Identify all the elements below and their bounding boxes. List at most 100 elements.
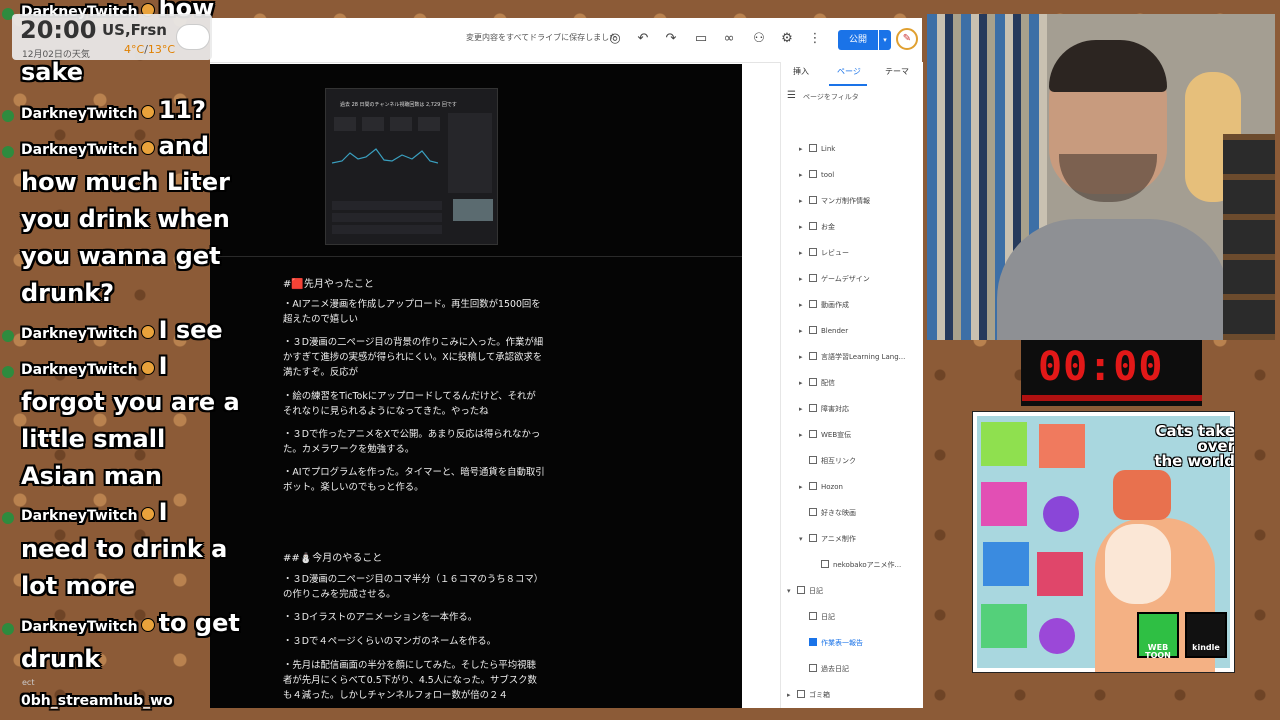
page-label: 動画作成 [821, 301, 849, 309]
page-label: ゴミ箱 [809, 691, 830, 699]
chat-message: DarkneyTwitch 11? [21, 96, 206, 124]
page-icon [809, 248, 817, 256]
manga-ad-banner: Cats take over the world WEB TOON kindle [972, 411, 1235, 673]
expand-arrow-icon[interactable]: ▸ [799, 223, 809, 231]
publish-button[interactable]: 公開 [838, 30, 878, 50]
chat-badge-icon [140, 141, 155, 155]
tab-themes[interactable]: テーマ [885, 66, 909, 77]
undo-icon[interactable]: ↶ [634, 30, 652, 48]
page-list-item[interactable]: ▸ レビュー [799, 248, 849, 260]
redo-icon[interactable]: ↷ [662, 30, 680, 48]
weather-widget: 20:00 US,Frsn 12月02日の天気 4°C/13°C [12, 14, 212, 60]
page-list-item[interactable]: 作業表一報告 [799, 638, 863, 650]
chat-message: drunk? [21, 279, 114, 307]
expand-arrow-icon[interactable]: ▸ [799, 301, 809, 309]
page-label: 相互リンク [821, 457, 856, 465]
page-label: Link [821, 145, 836, 153]
page-label: 障害対応 [821, 405, 849, 413]
letter-tile-k [981, 482, 1027, 526]
expand-arrow-icon[interactable]: ▸ [799, 275, 809, 283]
page-list-item[interactable]: ▸ 言語学習Learning Lang... [799, 352, 905, 364]
page-icon [809, 430, 817, 438]
page-list-item[interactable]: ▸ 動画作成 [799, 300, 849, 312]
expand-arrow-icon[interactable]: ▸ [799, 171, 809, 179]
page-list-item[interactable]: ▸ tool [799, 170, 834, 182]
page-list-item[interactable]: ▸ マンガ制作情報 [799, 196, 870, 208]
chat-username: DarkneyTwitch [21, 106, 138, 122]
thumb-title: 過去 28 日間のチャンネル視聴回数は 2,729 回です [340, 102, 457, 108]
page-list-item[interactable]: 相互リンク [799, 456, 856, 468]
page-list-item[interactable]: ▸ 配信 [799, 378, 835, 390]
chat-message: forgot you are a [21, 388, 240, 416]
chat-message: DarkneyTwitch to get [21, 609, 240, 637]
page-label: 言語学習Learning Lang... [821, 353, 906, 361]
weather-date: 12月02日の天気 [22, 50, 90, 60]
link-icon[interactable]: ∞ [720, 30, 738, 48]
expand-arrow-icon[interactable]: ▸ [799, 405, 809, 413]
chat-text: I [158, 352, 168, 380]
preview-icon[interactable]: ▭ [692, 30, 710, 48]
chat-message: you wanna get [21, 242, 221, 270]
tab-pages[interactable]: ページ [837, 66, 861, 77]
history-icon[interactable]: ◎ [606, 30, 624, 48]
list-item: ・３D漫画の二ページ目のコマ半分（１６コマのうち８コマ）の作りこみを完成させる。 [283, 574, 544, 600]
expand-arrow-icon[interactable]: ▸ [799, 483, 809, 491]
page-icon [809, 170, 817, 178]
page-list-item[interactable]: ▾ 日記 [787, 586, 823, 598]
expand-arrow-icon[interactable]: ▾ [799, 535, 809, 543]
publish-dropdown-icon[interactable]: ▾ [879, 30, 891, 50]
page-list-item[interactable]: ▸ ゲームデザイン [799, 274, 870, 286]
page-list-item[interactable]: ▸ お金 [799, 222, 835, 234]
page-icon [809, 274, 817, 282]
page-list-item[interactable]: nekobakoアニメ作... [811, 560, 901, 572]
thumb-row [332, 225, 442, 234]
page-list-item[interactable]: ▸ WEB宣伝 [799, 430, 851, 442]
expand-arrow-icon[interactable]: ▸ [799, 431, 809, 439]
expand-arrow-icon[interactable]: ▸ [799, 379, 809, 387]
page-list-item[interactable]: 好きな映画 [799, 508, 856, 520]
letter-tile-o [1043, 496, 1079, 532]
page-icon [809, 612, 817, 620]
letter-tile-e [1039, 424, 1085, 468]
avatar[interactable]: ✎ [896, 28, 918, 50]
page-icon [797, 690, 805, 698]
chat-text: lot more [21, 572, 136, 600]
page-list-item[interactable]: 過去日記 [799, 664, 849, 676]
letter-tile-n [981, 422, 1027, 466]
chat-text: Asian man [21, 462, 163, 490]
expand-arrow-icon[interactable]: ▸ [799, 197, 809, 205]
page-filter-input[interactable]: ページをフィルタ [803, 92, 859, 102]
page-icon [809, 352, 817, 360]
page-list-item[interactable]: 日記 [799, 612, 835, 624]
page-list-item[interactable]: ▸ Link [799, 144, 835, 156]
expand-arrow-icon[interactable]: ▸ [787, 691, 797, 699]
analytics-screenshot-image: 過去 28 日間のチャンネル視聴回数は 2,729 回です [325, 88, 498, 245]
stat-card [390, 117, 412, 131]
chat-username: DarkneyTwitch [21, 142, 138, 158]
expand-arrow-icon[interactable]: ▸ [799, 145, 809, 153]
page-icon [809, 144, 817, 152]
expand-arrow-icon[interactable]: ▸ [799, 353, 809, 361]
add-person-icon[interactable]: ⚇ [750, 30, 768, 48]
more-icon[interactable]: ⋮ [806, 30, 824, 48]
page-list-item[interactable]: ▸ Hozon [799, 482, 843, 494]
page-list-item[interactable]: ▸ ゴミ箱 [787, 690, 830, 702]
page-icon [809, 222, 817, 230]
chat-text: need to drink a [21, 535, 228, 563]
tab-insert[interactable]: 挿入 [793, 66, 809, 77]
expand-arrow-icon[interactable]: ▸ [799, 327, 809, 335]
gear-icon[interactable]: ⚙ [778, 30, 796, 48]
chat-message: drunk [21, 645, 100, 673]
list-item: ・３Dイラストのアニメーションを一本作る。 [283, 612, 478, 623]
list-item: ・絵の練習をTicTokにアップロードしてるんだけど、それがそれなりに見られるよ… [283, 391, 536, 417]
chat-message: DarkneyTwitch I [21, 352, 168, 380]
page-list-item[interactable]: ▾ アニメ制作 [799, 534, 856, 546]
chat-text: 11? [158, 96, 206, 124]
page-canvas[interactable]: 過去 28 日間のチャンネル視聴回数は 2,729 回です #🟥先月やったこと … [210, 64, 742, 708]
expand-arrow-icon[interactable]: ▸ [799, 249, 809, 257]
expand-arrow-icon[interactable]: ▾ [787, 587, 797, 595]
chat-text: how much Liter [21, 168, 230, 196]
page-list-item[interactable]: ▸ Blender [799, 326, 848, 338]
page-list-item[interactable]: ▸ 障害対応 [799, 404, 849, 416]
filter-icon[interactable]: ☰ [787, 90, 796, 101]
